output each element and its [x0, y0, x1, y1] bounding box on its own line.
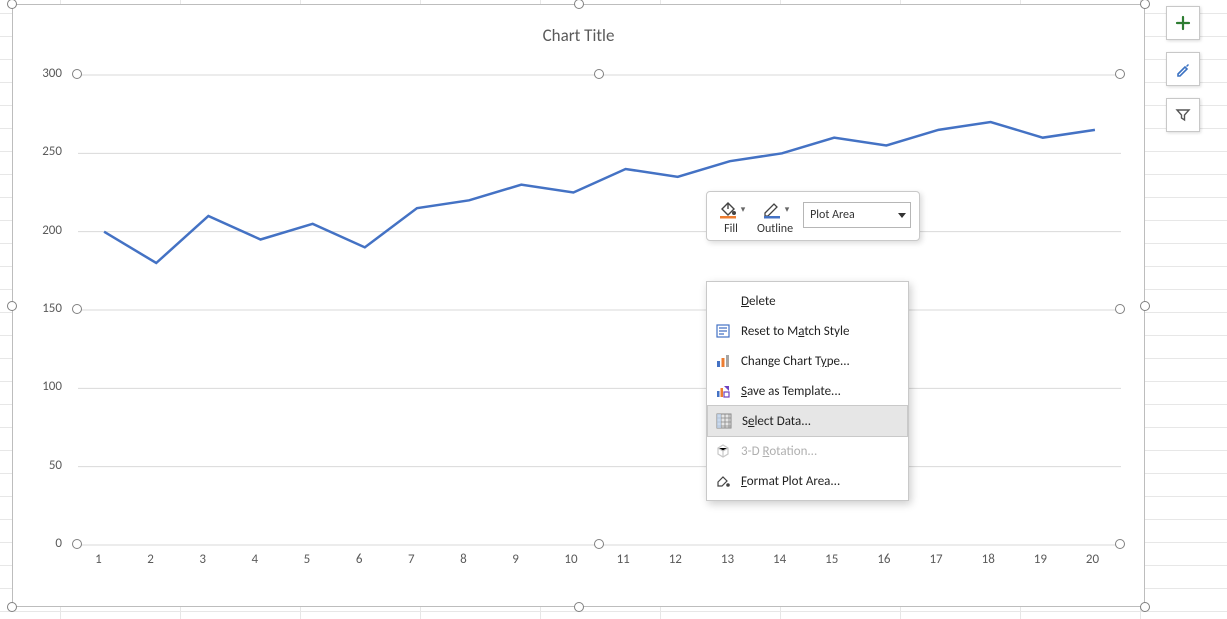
selection-handle[interactable] [7, 301, 17, 311]
y-tick-label: 0 [32, 536, 62, 551]
menu-change-chart-type[interactable]: Change Chart Type... [707, 346, 908, 376]
x-tick-label: 7 [408, 552, 415, 567]
x-tick-label: 1 [95, 552, 102, 567]
chart-title[interactable]: Chart Title [13, 5, 1144, 46]
x-tick-label: 6 [356, 552, 363, 567]
x-tick-label: 5 [304, 552, 311, 567]
chart-element-dropdown[interactable]: Plot Area [803, 202, 911, 228]
chart-type-icon [713, 351, 733, 371]
x-tick-label: 11 [617, 552, 630, 567]
menu-label: 3-D Rotation... [741, 444, 817, 459]
selection-handle[interactable] [1115, 539, 1125, 549]
x-tick-label: 2 [147, 552, 154, 567]
x-tick-label: 10 [564, 552, 577, 567]
menu-label: Change Chart Type... [741, 354, 850, 369]
fill-button[interactable]: ▾ Fill [715, 198, 747, 236]
chart-styles-button[interactable] [1166, 52, 1200, 86]
x-tick-label: 20 [1086, 552, 1099, 567]
format-icon [713, 471, 733, 491]
menu-save-template[interactable]: Save as Template... [707, 376, 908, 406]
paintbrush-icon [1175, 61, 1191, 77]
menu-reset-style[interactable]: Reset to Match Style [707, 316, 908, 346]
selection-handle[interactable] [594, 69, 604, 79]
chevron-down-icon: ▾ [785, 204, 790, 215]
x-tick-label: 9 [512, 552, 519, 567]
x-tick-label: 15 [825, 552, 838, 567]
x-tick-label: 4 [252, 552, 259, 567]
x-tick-label: 13 [721, 552, 734, 567]
chevron-down-icon [898, 213, 906, 218]
mini-toolbar: ▾ Fill ▾ Outline Plot Area [706, 191, 920, 241]
selection-handle[interactable] [1115, 69, 1125, 79]
x-tick-label: 3 [199, 552, 206, 567]
funnel-icon [1175, 107, 1191, 123]
outline-button[interactable]: ▾ Outline [757, 198, 793, 236]
selection-handle[interactable] [574, 602, 584, 612]
chart-side-buttons [1166, 6, 1200, 132]
selection-handle[interactable] [1140, 301, 1150, 311]
y-tick-label: 50 [32, 458, 62, 473]
menu-label: Format Plot Area... [741, 474, 840, 489]
selection-handle[interactable] [72, 539, 82, 549]
menu-select-data[interactable]: Select Data... [707, 405, 908, 437]
save-template-icon [713, 381, 733, 401]
menu-label: Select Data... [742, 414, 811, 429]
x-tick-label: 16 [877, 552, 890, 567]
menu-3d-rotation: 3-D Rotation... [707, 436, 908, 466]
y-tick-label: 150 [32, 301, 62, 316]
selection-handle[interactable] [72, 69, 82, 79]
y-tick-label: 100 [32, 379, 62, 394]
chart-object[interactable]: Chart Title [12, 4, 1145, 607]
context-menu: Delete Reset to Match Style Change Chart… [706, 281, 909, 501]
x-tick-label: 18 [982, 552, 995, 567]
plus-icon [1175, 15, 1191, 31]
x-tick-label: 19 [1034, 552, 1047, 567]
paint-bucket-icon [717, 198, 739, 220]
menu-label: Reset to Match Style [741, 324, 849, 339]
x-tick-label: 14 [773, 552, 786, 567]
menu-label: Delete [741, 294, 776, 309]
outline-label: Outline [757, 222, 793, 236]
y-tick-label: 250 [32, 144, 62, 159]
menu-format-plot-area[interactable]: Format Plot Area... [707, 466, 908, 496]
y-tick-label: 300 [32, 66, 62, 81]
x-tick-label: 8 [460, 552, 467, 567]
plot-area[interactable] [68, 65, 1131, 573]
selection-handle[interactable] [574, 0, 584, 9]
menu-delete[interactable]: Delete [707, 286, 908, 316]
x-tick-label: 17 [929, 552, 942, 567]
chart-filters-button[interactable] [1166, 98, 1200, 132]
selection-handle[interactable] [72, 304, 82, 314]
pen-icon [761, 198, 783, 220]
x-tick-label: 12 [669, 552, 682, 567]
fill-label: Fill [724, 222, 738, 236]
selection-handle[interactable] [7, 602, 17, 612]
y-tick-label: 200 [32, 223, 62, 238]
dropdown-value: Plot Area [810, 208, 855, 222]
chevron-down-icon: ▾ [741, 204, 746, 215]
selection-handle[interactable] [1140, 602, 1150, 612]
chart-elements-button[interactable] [1166, 6, 1200, 40]
selection-handle[interactable] [1115, 304, 1125, 314]
cube-icon [713, 441, 733, 461]
reset-icon [713, 321, 733, 341]
menu-label: Save as Template... [741, 384, 841, 399]
select-data-icon [714, 411, 734, 431]
selection-handle[interactable] [594, 539, 604, 549]
